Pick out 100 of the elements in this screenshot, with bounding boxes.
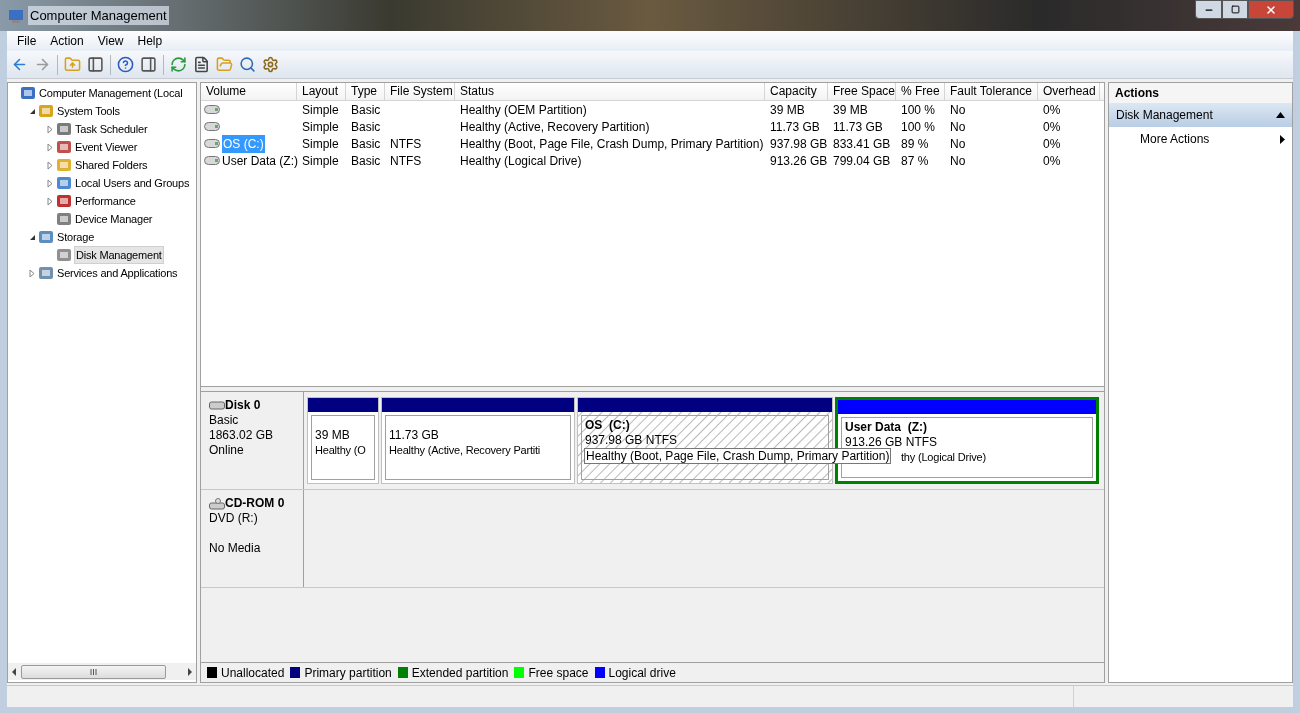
column-header[interactable]: Overhead (1038, 83, 1100, 100)
drive-icon (204, 139, 220, 148)
column-header[interactable]: Status (455, 83, 765, 100)
table-cell-text: No (950, 135, 966, 153)
panel-icon[interactable] (140, 56, 157, 73)
drive-icon (204, 156, 220, 165)
table-cell-text: 937.98 GB (770, 135, 828, 153)
table-cell-text: Basic (351, 101, 381, 119)
open-folder-icon[interactable] (216, 56, 233, 73)
column-header[interactable]: Capacity (765, 83, 828, 100)
table-cell[interactable]: User Data (Z:) (222, 151, 298, 170)
table-cell-text: Simple (302, 101, 339, 119)
legend-label: Unallocated (221, 664, 285, 682)
table-cell-text: Healthy (Boot, Page File, Crash Dump, Primary Partition) (460, 135, 764, 153)
collapsed-arrow-icon[interactable] (47, 196, 53, 206)
disk-info: DVD (R:) (209, 511, 259, 526)
close-button[interactable] (1248, 0, 1294, 19)
partition-size: 39 MB (315, 428, 351, 443)
panel-icon[interactable] (87, 56, 104, 73)
table-cell-text: 0% (1043, 135, 1061, 153)
disk-info: Online (209, 443, 245, 458)
legend-label: Logical drive (608, 664, 676, 682)
column-header[interactable]: Layout (297, 83, 346, 100)
tree-item[interactable]: Computer Management (Local (38, 84, 184, 102)
section-title: Disk Management (1116, 107, 1213, 124)
expanded-arrow-icon[interactable] (28, 107, 36, 115)
tree-item[interactable]: Task Scheduler (74, 120, 149, 138)
action-item[interactable]: More Actions (1109, 127, 1292, 151)
tree-item[interactable]: Disk Management (74, 245, 164, 265)
table-cell-text: 89 % (901, 135, 929, 153)
search-icon[interactable] (239, 56, 256, 73)
table-cell-text: Healthy (OEM Partition) (460, 101, 587, 119)
collapsed-arrow-icon[interactable] (47, 178, 53, 188)
column-header[interactable]: Fault Tolerance (945, 83, 1038, 100)
settings-icon[interactable] (262, 56, 279, 73)
table-cell-text: 833.41 GB (833, 135, 891, 153)
table-cell-text: 0% (1043, 118, 1061, 136)
tree-item[interactable]: Device Manager (74, 210, 154, 228)
properties-icon[interactable] (193, 56, 210, 73)
actions-header: Actions (1109, 83, 1292, 103)
drive-icon (204, 105, 220, 114)
table-cell-text: 100 % (901, 101, 936, 119)
submenu-arrow-icon (1280, 134, 1285, 144)
table-cell-text: Simple (302, 118, 339, 136)
grip-icon (90, 668, 97, 675)
table-cell-text: Healthy (Logical Drive) (460, 152, 582, 170)
collapsed-arrow-icon[interactable] (47, 160, 53, 170)
window-title: Computer Management (28, 5, 169, 26)
column-header[interactable]: Free Space (828, 83, 896, 100)
back-arrow-icon[interactable] (11, 56, 28, 73)
partition-block[interactable]: 39 MB Healthy (O (308, 398, 378, 483)
table-cell-text: 0% (1043, 101, 1061, 119)
menu-item[interactable]: View (90, 32, 131, 50)
disk-info: Basic (209, 413, 240, 428)
refresh-icon[interactable] (170, 56, 187, 73)
column-header[interactable]: Volume (201, 83, 297, 100)
collapse-triangle-icon[interactable] (1276, 112, 1285, 118)
table-cell-text: Simple (302, 152, 339, 170)
tree-item[interactable]: Storage (56, 228, 96, 246)
help-icon[interactable] (117, 56, 134, 73)
tree-item[interactable]: Performance (74, 192, 137, 210)
expanded-arrow-icon[interactable] (28, 233, 36, 241)
folder-up-icon[interactable] (64, 56, 81, 73)
actions-section[interactable]: Disk Management (1109, 103, 1292, 127)
maximize-button[interactable] (1222, 0, 1248, 19)
table-cell-text: No (950, 118, 966, 136)
menu-item[interactable]: Action (43, 32, 91, 50)
column-header[interactable]: Type (346, 83, 385, 100)
scrollbar-thumb[interactable] (21, 664, 166, 679)
table-cell-text: 39 MB (833, 101, 868, 119)
table-cell-text: Basic (351, 152, 381, 170)
partition-name: OS (C:) (585, 418, 631, 433)
tree-item[interactable]: Event Viewer (74, 138, 139, 156)
table-cell-text: Simple (302, 135, 339, 153)
minimize-button[interactable] (1195, 0, 1222, 19)
disk-name: CD-ROM 0 (225, 496, 285, 511)
partition-size: 11.73 GB (389, 428, 440, 443)
menu-item[interactable]: File (10, 32, 44, 50)
legend-label: Extended partition (411, 664, 509, 682)
column-header[interactable]: % Free (896, 83, 945, 100)
tree-item[interactable]: Local Users and Groups (74, 174, 191, 192)
table-cell-text: No (950, 152, 966, 170)
tree-item[interactable]: System Tools (56, 102, 121, 120)
partition-size: 913.26 GB NTFS (845, 435, 939, 450)
tree-item[interactable]: Shared Folders (74, 156, 149, 174)
menu-item[interactable]: Help (130, 32, 170, 50)
horizontal-scrollbar[interactable] (8, 663, 196, 680)
collapsed-arrow-icon[interactable] (47, 124, 53, 134)
collapsed-arrow-icon[interactable] (47, 142, 53, 152)
table-cell-text: 87 % (901, 152, 929, 170)
collapsed-arrow-icon[interactable] (29, 268, 35, 278)
partition-status: Healthy (O (315, 443, 366, 458)
forward-arrow-icon[interactable] (34, 56, 51, 73)
tree-item[interactable]: Services and Applications (56, 264, 179, 282)
scroll-right-icon[interactable] (187, 667, 193, 676)
disk-drive-icon (209, 401, 225, 410)
partition-block[interactable]: 11.73 GB Healthy (Active, Recovery Partiti (382, 398, 574, 483)
table-cell-text: No (950, 101, 966, 119)
scroll-left-icon[interactable] (11, 667, 17, 676)
column-header[interactable]: File System (385, 83, 455, 100)
